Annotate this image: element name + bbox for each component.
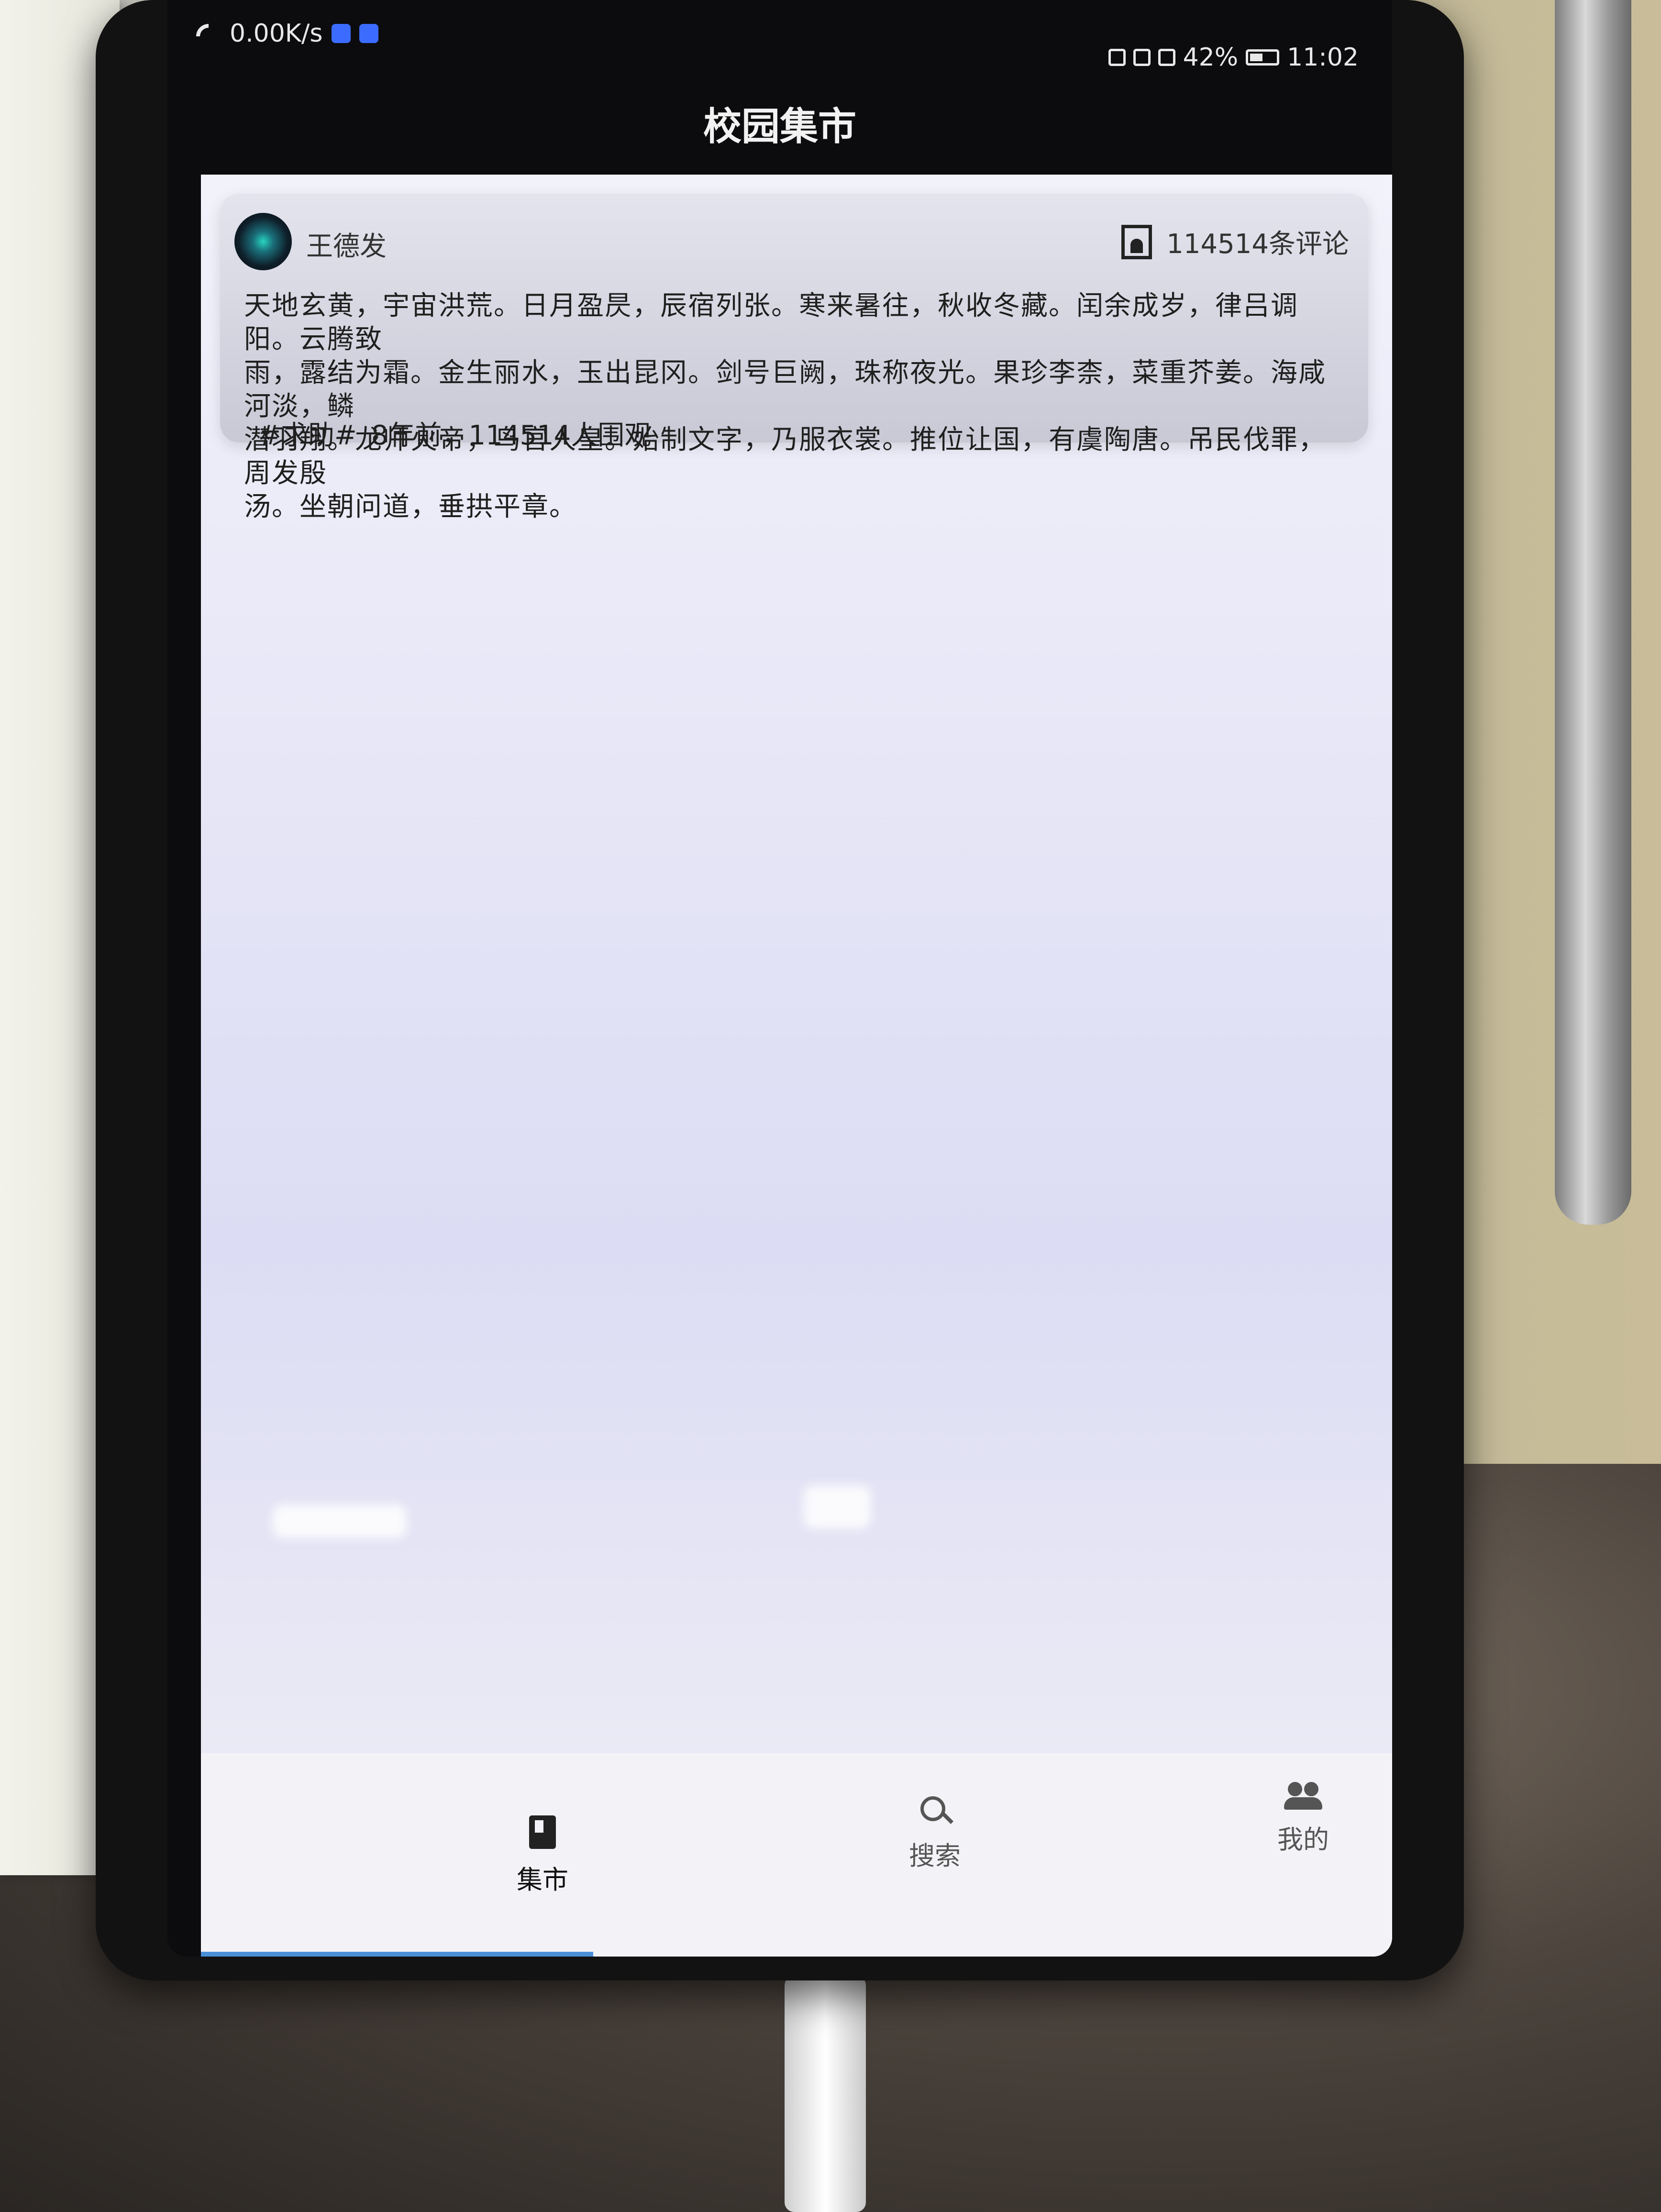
tablet-screen: 0.00K/s 42% 11:02 校园集市 王德发 114514条评论 天地玄… [167, 0, 1392, 1957]
status-right: 42% 11:02 [1108, 43, 1359, 72]
author-name[interactable]: 王德发 [306, 225, 387, 264]
post-tag[interactable]: #求助# [258, 414, 357, 453]
photo-scene: 0.00K/s 42% 11:02 校园集市 王德发 114514条评论 天地玄… [0, 0, 1661, 2212]
bluetooth-icon [1133, 49, 1151, 66]
network-speed: 0.00K/s [230, 19, 323, 48]
comment-count-label: 114514条评论 [1166, 229, 1349, 260]
wifi-icon [196, 24, 221, 43]
battery-icon [1246, 49, 1280, 66]
screen-glare [804, 1485, 871, 1528]
book-icon [529, 1815, 556, 1849]
usb-cable [785, 1976, 866, 2212]
stylus-pen [1555, 0, 1631, 1225]
avatar[interactable] [234, 213, 292, 270]
tab-mine[interactable]: 我的 [1277, 1782, 1329, 1856]
active-tab-indicator [201, 1952, 593, 1957]
tab-label: 我的 [1277, 1825, 1329, 1855]
page-title: 校园集市 [703, 104, 856, 149]
battery-percent: 42% [1183, 43, 1239, 72]
people-icon [1284, 1782, 1322, 1810]
alarm-icon [1108, 49, 1126, 66]
post-meta: #求助# 8年前，114514人围观 [258, 414, 651, 453]
app-content: 王德发 114514条评论 天地玄黄，宇宙洪荒。日月盈昃，辰宿列张。寒来暑往，秋… [201, 175, 1392, 1957]
post-content: 天地玄黄，宇宙洪荒。日月盈昃，辰宿列张。寒来暑往，秋收冬藏。闰余成岁，律吕调阳。… [244, 289, 1344, 524]
tab-search[interactable]: 搜索 [909, 1796, 961, 1872]
comment-icon [1121, 224, 1152, 259]
post-content-line: 天地玄黄，宇宙洪荒。日月盈昃，辰宿列张。寒来暑往，秋收冬藏。闰余成岁，律吕调阳。… [244, 290, 1298, 355]
status-bar: 0.00K/s 42% 11:02 [167, 0, 1392, 86]
search-icon [920, 1796, 949, 1825]
tab-label: 集市 [517, 1865, 568, 1895]
comment-count[interactable]: 114514条评论 [1121, 222, 1349, 261]
vibrate-icon [1158, 49, 1175, 66]
screen-glare [273, 1504, 407, 1538]
status-left: 0.00K/s [196, 19, 378, 48]
notification-icon [331, 24, 351, 43]
tablet-device: 0.00K/s 42% 11:02 校园集市 王德发 114514条评论 天地玄… [96, 0, 1464, 1980]
post-content-line: 汤。坐朝问道，垂拱平章。 [244, 491, 577, 522]
notification-icon-2 [359, 24, 378, 43]
post-content-line: 雨，露结为霜。金生丽水，玉出昆冈。剑号巨阙，珠称夜光。果珍李柰，菜重芥姜。海咸河… [244, 357, 1326, 422]
clock: 11:02 [1287, 43, 1359, 72]
post-time-views: 8年前，114514人围观 [371, 420, 652, 451]
bottom-nav: 集市 搜索 我的 [201, 1753, 1392, 1957]
tab-label: 搜索 [909, 1841, 961, 1871]
post-card[interactable]: 王德发 114514条评论 天地玄黄，宇宙洪荒。日月盈昃，辰宿列张。寒来暑往，秋… [220, 194, 1368, 522]
tab-market[interactable]: 集市 [517, 1815, 568, 1896]
